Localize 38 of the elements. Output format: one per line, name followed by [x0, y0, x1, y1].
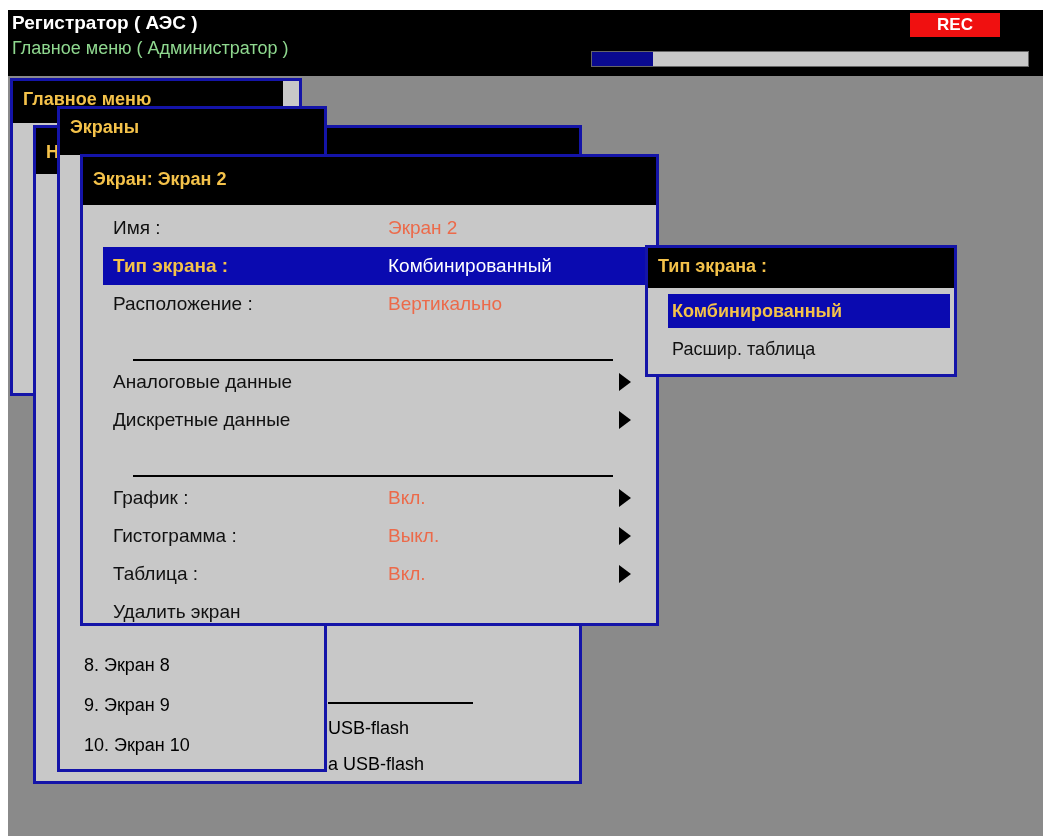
row-value: Экран 2 — [388, 217, 458, 238]
row-label: Расположение : — [113, 293, 254, 315]
row-label: График : — [113, 487, 190, 509]
screen-item[interactable]: 9. Экран 9 — [84, 695, 170, 715]
menu-item[interactable]: USB-flash — [328, 710, 410, 746]
menu-row[interactable]: График : Вкл. — [103, 479, 647, 517]
popup-title: Тип экрана : — [658, 256, 768, 276]
option-item[interactable]: Расшир. таблица — [668, 332, 950, 366]
row-value: Вкл. — [388, 563, 426, 584]
row-label: Имя : — [113, 217, 162, 239]
row-value: Комбинированный — [388, 255, 552, 276]
rec-badge: REC — [910, 13, 1000, 37]
menu-path: Главное меню ( Администратор ) — [12, 38, 289, 59]
menu-row[interactable]: Дискретные данные — [103, 401, 647, 439]
row-label: Дискретные данные — [113, 409, 292, 431]
row-label: Гистограмма : — [113, 525, 238, 547]
row-label: Удалить экран — [113, 601, 242, 623]
window-title: Экраны — [70, 117, 140, 137]
row-value: Выкл. — [388, 525, 440, 546]
screen-item[interactable]: 10. Экран 10 — [84, 735, 190, 755]
row-label: Таблица : — [113, 563, 200, 585]
menu-item[interactable]: а USB-flash — [328, 746, 425, 781]
window-title: Экран: Экран 2 — [93, 169, 227, 189]
row-label: Тип экрана : — [113, 255, 230, 277]
screen-item[interactable]: 8. Экран 8 — [84, 655, 170, 675]
menu-row[interactable]: Тип экрана : Комбинированный — [103, 247, 647, 285]
menu-row[interactable]: Расположение : Вертикально — [103, 285, 647, 323]
menu-row[interactable]: Гистограмма : Выкл. — [103, 517, 647, 555]
row-value: Вкл. — [388, 487, 426, 508]
row-label: Аналоговые данные — [113, 371, 294, 393]
app-title: Регистратор ( АЭС ) — [12, 12, 198, 34]
window-title: Главное меню — [23, 89, 152, 109]
menu-row[interactable]: Аналоговые данные — [103, 363, 647, 401]
menu-row[interactable]: Таблица : Вкл. — [103, 555, 647, 593]
row-value: Вертикально — [388, 293, 503, 314]
menu-row[interactable]: Удалить экран — [103, 593, 647, 623]
menu-row[interactable]: Имя : Экран 2 — [103, 209, 647, 247]
option-item[interactable]: Комбинированный — [668, 294, 950, 328]
